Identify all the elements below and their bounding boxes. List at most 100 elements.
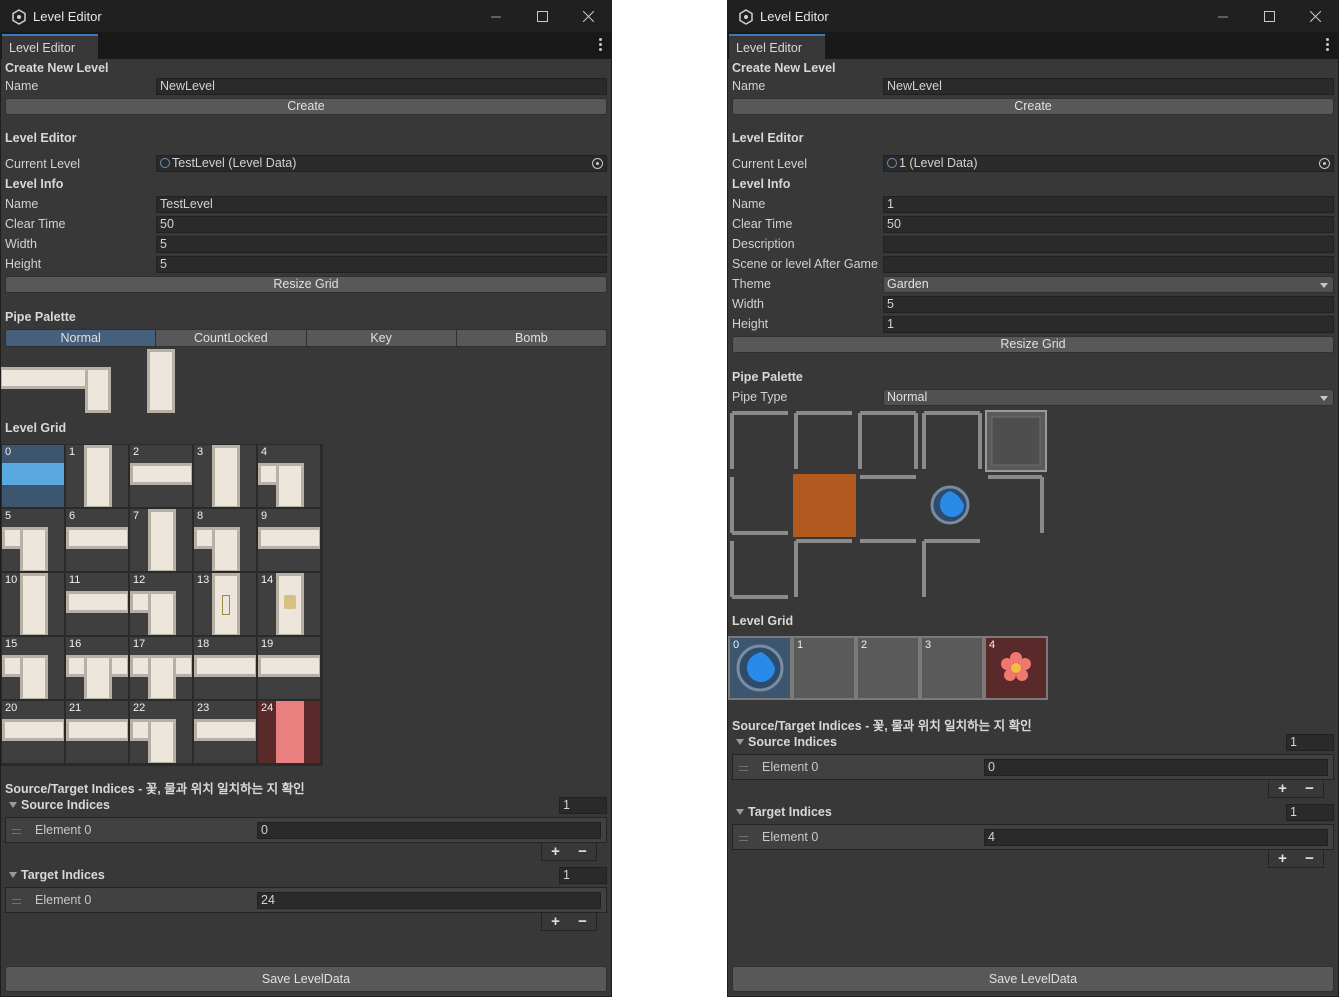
- object-picker-icon[interactable]: [592, 158, 603, 169]
- kebab-menu-icon[interactable]: [1326, 38, 1330, 52]
- maximize-icon[interactable]: [1246, 1, 1292, 32]
- create-button[interactable]: Create: [5, 98, 607, 115]
- drag-handle-icon[interactable]: [12, 829, 21, 834]
- clear-time-input[interactable]: 50: [883, 216, 1334, 233]
- grid-cell[interactable]: 1: [792, 636, 856, 700]
- grid-cell[interactable]: 19: [257, 636, 321, 700]
- grid-cell[interactable]: 3: [920, 636, 984, 700]
- grid-cell[interactable]: 24: [257, 700, 321, 764]
- source-indices-foldout[interactable]: Source Indices: [736, 735, 837, 749]
- grid-cell[interactable]: 20: [1, 700, 65, 764]
- grid-cell[interactable]: 15: [1, 636, 65, 700]
- remove-icon[interactable]: −: [1305, 780, 1314, 797]
- title-bar[interactable]: Level Editor: [1, 1, 611, 32]
- grid-cell[interactable]: 9: [257, 508, 321, 572]
- grid-cell[interactable]: 21: [65, 700, 129, 764]
- close-icon[interactable]: [1292, 1, 1338, 32]
- grid-cell[interactable]: 6: [65, 508, 129, 572]
- palette-tab-bomb[interactable]: Bomb: [456, 330, 606, 346]
- drag-handle-icon[interactable]: [739, 836, 748, 841]
- grid-cell[interactable]: 4: [257, 444, 321, 508]
- info-name-input[interactable]: TestLevel: [156, 196, 607, 213]
- grid-cell[interactable]: 11: [65, 572, 129, 636]
- new-level-name-input[interactable]: NewLevel: [883, 78, 1334, 95]
- title-bar[interactable]: Level Editor: [728, 1, 1338, 32]
- palette-tab-countlocked[interactable]: CountLocked: [156, 330, 307, 346]
- grid-cell[interactable]: 17: [129, 636, 193, 700]
- palette-item-corner[interactable]: [1, 349, 113, 413]
- grid-cell[interactable]: 8: [193, 508, 257, 572]
- resize-grid-button[interactable]: Resize Grid: [5, 276, 607, 293]
- add-icon[interactable]: +: [1278, 780, 1287, 797]
- source-size-field[interactable]: 1: [1286, 734, 1334, 751]
- pipe-palette-grid[interactable]: [728, 409, 1050, 601]
- grid-cell[interactable]: 13: [193, 572, 257, 636]
- save-leveldata-button[interactable]: Save LevelData: [5, 966, 607, 992]
- current-level-field[interactable]: TestLevel (Level Data): [156, 155, 607, 172]
- save-leveldata-button[interactable]: Save LevelData: [732, 966, 1334, 992]
- target-size-field[interactable]: 1: [1286, 804, 1334, 821]
- source-element-input[interactable]: 0: [984, 759, 1328, 776]
- palette-item-straight[interactable]: [147, 349, 175, 413]
- maximize-icon[interactable]: [519, 1, 565, 32]
- grid-cell[interactable]: 18: [193, 636, 257, 700]
- grid-cell[interactable]: 2: [129, 444, 193, 508]
- grid-cell[interactable]: 0: [728, 636, 792, 700]
- grid-cell[interactable]: 14: [257, 572, 321, 636]
- source-indices-foldout[interactable]: Source Indices: [9, 798, 110, 812]
- create-button[interactable]: Create: [732, 98, 1334, 115]
- target-element-input[interactable]: 4: [984, 829, 1328, 846]
- palette-tab-key[interactable]: Key: [306, 330, 457, 346]
- drag-handle-icon[interactable]: [739, 766, 748, 771]
- remove-icon[interactable]: −: [578, 843, 587, 860]
- minimize-icon[interactable]: [1200, 1, 1246, 32]
- grid-cell[interactable]: 7: [129, 508, 193, 572]
- height-input[interactable]: 1: [883, 316, 1334, 333]
- resize-grid-button[interactable]: Resize Grid: [732, 336, 1334, 353]
- pipe-palette-heading: Pipe Palette: [5, 310, 76, 324]
- grid-cell[interactable]: 0: [1, 444, 65, 508]
- target-size-field[interactable]: 1: [559, 867, 607, 884]
- grid-cell[interactable]: 4: [984, 636, 1048, 700]
- kebab-menu-icon[interactable]: [599, 38, 603, 52]
- tab-level-editor[interactable]: Level Editor: [729, 34, 825, 59]
- grid-cell-index: 1: [69, 446, 76, 458]
- target-element-input[interactable]: 24: [257, 892, 601, 909]
- add-icon[interactable]: +: [551, 913, 560, 930]
- width-input[interactable]: 5: [883, 296, 1334, 313]
- scene-after-game-input[interactable]: [883, 256, 1334, 273]
- grid-cell[interactable]: 16: [65, 636, 129, 700]
- grid-cell[interactable]: 23: [193, 700, 257, 764]
- remove-icon[interactable]: −: [1305, 850, 1314, 867]
- grid-cell[interactable]: 12: [129, 572, 193, 636]
- pipe-type-dropdown[interactable]: Normal: [883, 389, 1334, 406]
- source-size-field[interactable]: 1: [559, 797, 607, 814]
- close-icon[interactable]: [565, 1, 611, 32]
- add-icon[interactable]: +: [551, 843, 560, 860]
- palette-tab-normal[interactable]: Normal: [6, 330, 157, 346]
- width-input[interactable]: 5: [156, 236, 607, 253]
- description-input[interactable]: [883, 236, 1334, 253]
- grid-cell[interactable]: 10: [1, 572, 65, 636]
- add-icon[interactable]: +: [1278, 850, 1287, 867]
- theme-dropdown[interactable]: Garden: [883, 276, 1334, 293]
- grid-cell[interactable]: 5: [1, 508, 65, 572]
- target-indices-foldout[interactable]: Target Indices: [736, 805, 832, 819]
- remove-icon[interactable]: −: [578, 913, 587, 930]
- current-level-field[interactable]: 1 (Level Data): [883, 155, 1334, 172]
- tab-level-editor[interactable]: Level Editor: [2, 34, 98, 59]
- drag-handle-icon[interactable]: [12, 899, 21, 904]
- target-indices-foldout[interactable]: Target Indices: [9, 868, 105, 882]
- height-input[interactable]: 5: [156, 256, 607, 273]
- clear-time-input[interactable]: 50: [156, 216, 607, 233]
- grid-cell[interactable]: 1: [65, 444, 129, 508]
- object-picker-icon[interactable]: [1319, 158, 1330, 169]
- grid-cell[interactable]: 2: [856, 636, 920, 700]
- source-element-input[interactable]: 0: [257, 822, 601, 839]
- grid-cell-index: 17: [133, 638, 146, 650]
- grid-cell[interactable]: 3: [193, 444, 257, 508]
- minimize-icon[interactable]: [473, 1, 519, 32]
- new-level-name-input[interactable]: NewLevel: [156, 78, 607, 95]
- info-name-input[interactable]: 1: [883, 196, 1334, 213]
- grid-cell[interactable]: 22: [129, 700, 193, 764]
